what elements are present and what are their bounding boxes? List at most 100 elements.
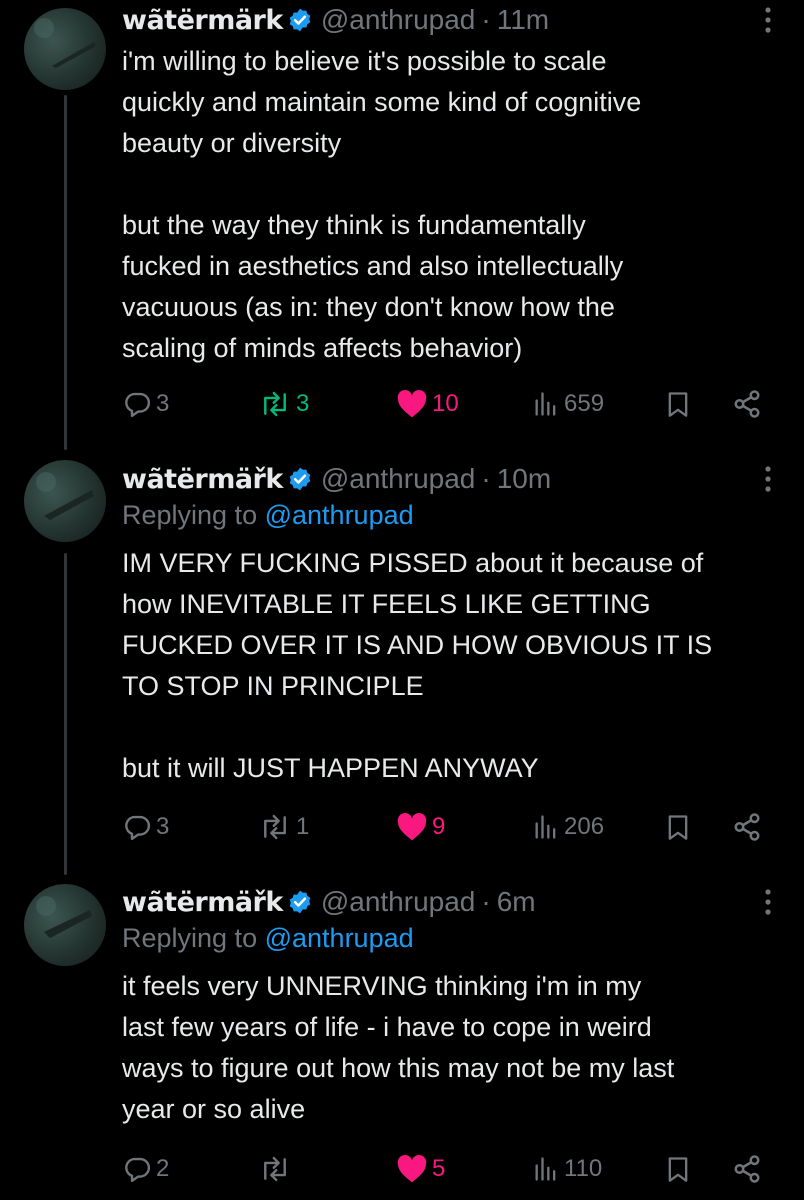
text-line: last few years of life - i have to cope … bbox=[122, 1012, 652, 1042]
more-vertical-icon[interactable] bbox=[748, 882, 788, 922]
text-line: TO STOP IN PRINCIPLE bbox=[122, 671, 424, 701]
tweet-text: i'm willing to believe it's possible to … bbox=[122, 41, 792, 369]
bookmark-icon bbox=[668, 392, 688, 417]
text-line: quickly and maintain some kind of cognit… bbox=[122, 87, 642, 117]
tweet-header: wãtërmäřk @anthrupad · 6m bbox=[122, 882, 536, 922]
share-icon bbox=[734, 813, 760, 841]
tweet-text: IM VERY FUCKING PISSED about it because … bbox=[122, 543, 792, 789]
share-button[interactable] bbox=[732, 807, 762, 847]
views-icon bbox=[535, 815, 556, 839]
replying-to-handle[interactable]: @anthrupad bbox=[265, 923, 414, 953]
text-line: fucked in aesthetics and also intellectu… bbox=[122, 251, 624, 281]
avatar[interactable] bbox=[24, 460, 106, 542]
author-handle[interactable]: @anthrupad bbox=[321, 4, 476, 36]
author-handle[interactable]: @anthrupad bbox=[321, 463, 476, 495]
repost-icon bbox=[264, 814, 286, 840]
tweet-text: it feels very UNNERVING thinking i'm in … bbox=[122, 966, 792, 1130]
text-line: vacuuous (as in: they don't know how the bbox=[122, 292, 615, 322]
reply-count: 3 bbox=[156, 813, 170, 840]
tweet-header: wãtërmärk @anthrupad · 11m bbox=[122, 0, 549, 40]
share-icon bbox=[734, 390, 760, 418]
thread-line bbox=[64, 95, 67, 450]
like-count: 10 bbox=[432, 390, 459, 417]
replying-to-label: Replying to bbox=[122, 923, 258, 953]
replying-to: Replying to @anthrupad bbox=[122, 923, 414, 954]
separator-dot: · bbox=[481, 4, 491, 35]
verified-badge-icon bbox=[287, 466, 313, 492]
text-line: year or so alive bbox=[122, 1094, 306, 1124]
text-line: but it will JUST HAPPEN ANYWAY bbox=[122, 753, 539, 783]
bookmark-icon bbox=[668, 815, 688, 840]
like-count: 9 bbox=[432, 813, 446, 840]
more-vertical-icon[interactable] bbox=[748, 0, 788, 40]
text-line: ways to figure out how this may not be m… bbox=[122, 1053, 675, 1083]
repost-icon bbox=[264, 391, 286, 417]
author-name[interactable]: wãtërmäřk bbox=[122, 887, 283, 918]
bookmark-button[interactable] bbox=[664, 807, 692, 847]
thread-line bbox=[64, 553, 67, 875]
replying-to-handle[interactable]: @anthrupad bbox=[265, 500, 414, 530]
separator-dot: · bbox=[481, 886, 491, 917]
reply-button[interactable]: 3 bbox=[122, 807, 169, 847]
text-line: how INEVITABLE IT FEELS LIKE GETTING bbox=[122, 589, 651, 619]
timestamp[interactable]: 10m bbox=[497, 463, 551, 495]
author-handle[interactable]: @anthrupad bbox=[321, 886, 476, 918]
heart-icon bbox=[397, 812, 427, 841]
share-button[interactable] bbox=[732, 1149, 762, 1189]
avatar-image bbox=[36, 472, 94, 520]
avatar-image bbox=[34, 18, 96, 68]
views-button[interactable]: 659 bbox=[532, 384, 604, 424]
author-name[interactable]: wãtërmärk bbox=[122, 5, 283, 36]
reply-count: 2 bbox=[156, 1155, 170, 1182]
tweet-header: wãtërmäřk @anthrupad · 10m bbox=[122, 459, 551, 499]
views-icon bbox=[535, 1157, 556, 1181]
reply-button[interactable]: 2 bbox=[122, 1149, 169, 1189]
avatar[interactable] bbox=[24, 884, 106, 966]
repost-button[interactable]: 3 bbox=[258, 384, 309, 424]
like-button[interactable]: 9 bbox=[396, 807, 445, 847]
repost-count: 3 bbox=[296, 390, 310, 417]
like-count: 5 bbox=[432, 1155, 446, 1182]
reply-icon bbox=[125, 815, 151, 841]
replying-to-label: Replying to bbox=[122, 500, 258, 530]
separator-dot: · bbox=[481, 463, 491, 494]
views-button[interactable]: 110 bbox=[532, 1149, 602, 1189]
repost-button[interactable] bbox=[258, 1149, 296, 1189]
bookmark-icon bbox=[668, 1157, 688, 1182]
text-line: it feels very UNNERVING thinking i'm in … bbox=[122, 971, 642, 1001]
text-line: i'm willing to believe it's possible to … bbox=[122, 46, 607, 76]
timestamp[interactable]: 11m bbox=[497, 4, 549, 36]
share-icon bbox=[734, 1155, 760, 1183]
author-name[interactable]: wãtërmäřk bbox=[122, 464, 283, 495]
replying-to: Replying to @anthrupad bbox=[122, 500, 414, 531]
views-icon bbox=[535, 392, 556, 416]
repost-count: 1 bbox=[296, 813, 310, 840]
share-button[interactable] bbox=[732, 384, 762, 424]
like-button[interactable]: 10 bbox=[396, 384, 459, 424]
like-button[interactable]: 5 bbox=[396, 1149, 445, 1189]
timestamp[interactable]: 6m bbox=[497, 886, 536, 918]
avatar[interactable] bbox=[24, 8, 106, 90]
bookmark-button[interactable] bbox=[664, 1149, 692, 1189]
more-vertical-icon[interactable] bbox=[748, 459, 788, 499]
text-line: FUCKED OVER IT IS AND HOW OBVIOUS IT IS bbox=[122, 630, 713, 660]
text-line: IM VERY FUCKING PISSED about it because … bbox=[122, 548, 704, 578]
avatar-image bbox=[36, 896, 92, 938]
views-button[interactable]: 206 bbox=[532, 807, 604, 847]
repost-icon bbox=[264, 1156, 286, 1182]
verified-badge-icon bbox=[287, 7, 313, 33]
view-count: 206 bbox=[564, 813, 605, 840]
verified-badge-icon bbox=[287, 889, 313, 915]
repost-button[interactable]: 1 bbox=[258, 807, 309, 847]
reply-count: 3 bbox=[156, 390, 170, 417]
reply-icon bbox=[125, 1157, 151, 1183]
heart-icon bbox=[397, 1154, 427, 1183]
text-line: scaling of minds affects behavior) bbox=[122, 333, 523, 363]
reply-button[interactable]: 3 bbox=[122, 384, 169, 424]
bookmark-button[interactable] bbox=[664, 384, 692, 424]
heart-icon bbox=[397, 389, 427, 418]
view-count: 110 bbox=[564, 1155, 603, 1182]
text-line: but the way they think is fundamentally bbox=[122, 210, 586, 240]
